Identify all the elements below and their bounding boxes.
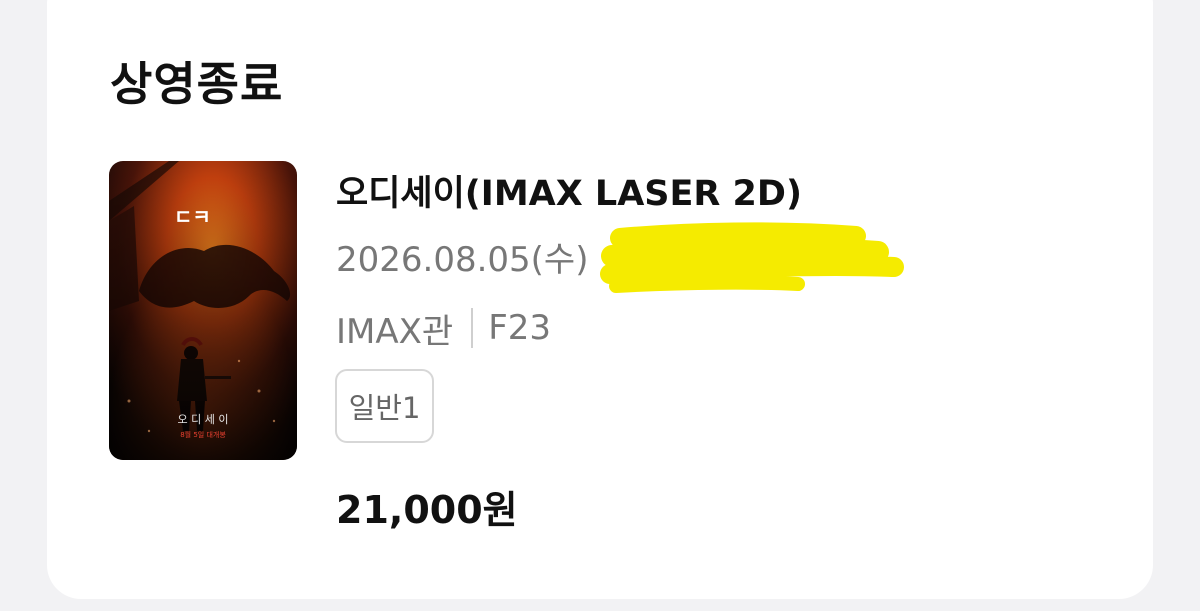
screening-date: 2026.08.05(수) (336, 240, 589, 280)
ticket-price: 21,000원 (336, 488, 518, 532)
movie-poster[interactable]: ㄷㅋ 오 디 세 이 8월 5일 대개봉 (109, 161, 297, 460)
movie-title: 오디세이(IMAX LASER 2D) (336, 174, 802, 214)
seat-number: F23 (488, 308, 552, 348)
poster-title: 오 디 세 이 (178, 413, 229, 426)
divider (471, 308, 474, 348)
section-title: 상영종료 (110, 57, 284, 111)
redaction-highlight (600, 222, 904, 293)
ticket-type-badge: 일반1 (335, 369, 434, 443)
poster-subtitle: 8월 5일 대개봉 (180, 430, 226, 439)
theater-name: IMAX관 (336, 311, 454, 352)
poster-corner-mark: ㄷㅋ (174, 205, 211, 229)
venue-seat-row: IMAX관 F23 (336, 305, 552, 352)
